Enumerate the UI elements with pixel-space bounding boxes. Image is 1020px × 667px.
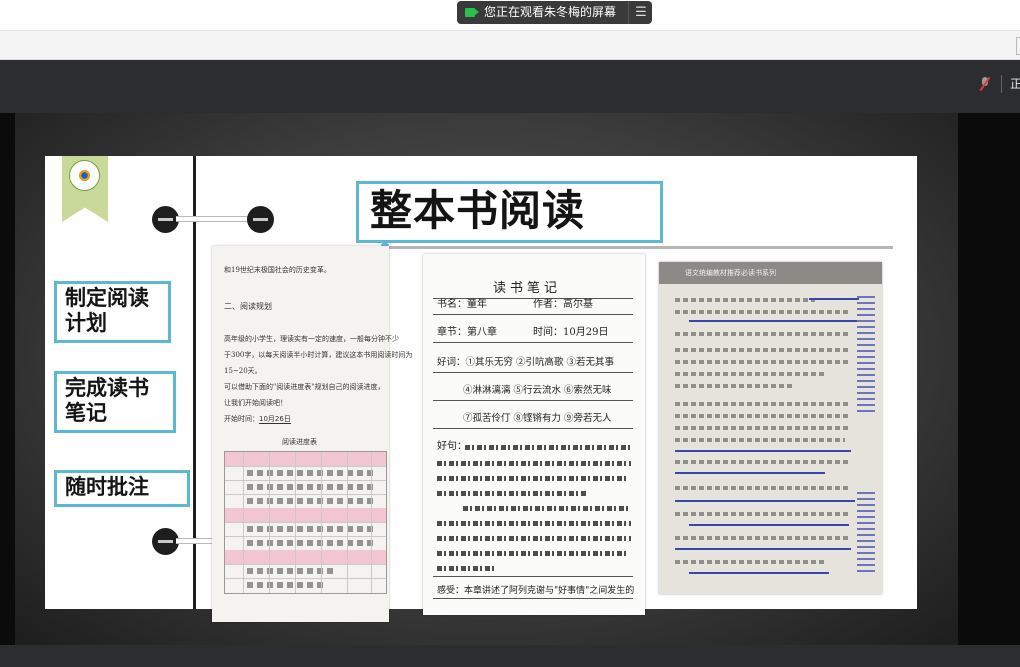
note-title: 读书笔记 <box>493 281 562 296</box>
plan-line: 让我们开始阅读吧！ <box>224 399 287 407</box>
handwriting <box>437 476 627 481</box>
plan-line: 15~20天。 <box>224 367 262 375</box>
table-row <box>225 522 386 536</box>
book-page-header: 语文统编教材推荐必读书系列 <box>659 262 882 284</box>
camera-icon <box>465 8 479 17</box>
bullet-dot-icon <box>152 528 179 555</box>
note-time: 时间：10月29日 <box>533 327 609 338</box>
top-bar: 您正在观看朱冬梅的屏幕 ☰ <box>0 0 1020 30</box>
start-time-label: 开始时间： <box>224 415 259 423</box>
meeting-toolbar <box>0 60 1020 113</box>
table-row <box>225 494 386 508</box>
table-row <box>225 564 386 578</box>
handwriting <box>437 461 631 466</box>
toolbar-divider <box>1001 75 1002 93</box>
list-menu-icon[interactable]: ☰ <box>628 1 653 24</box>
bullet-dot-icon <box>152 206 179 233</box>
address-bar <box>0 30 1020 60</box>
share-notice-text: 您正在观看朱冬梅的屏幕 <box>484 5 617 19</box>
table-row <box>225 480 386 494</box>
handwriting <box>437 551 627 556</box>
book-series-text: 语文统编教材推荐必读书系列 <box>685 269 776 277</box>
table-header-row <box>225 550 386 564</box>
slide-title: 整本书阅读 <box>356 181 663 243</box>
step-plan-label: 制定阅读 计划 <box>54 281 171 343</box>
note-words-row: ⑦孤苦伶仃 ⑧铿锵有力 ⑨旁若无人 <box>463 413 612 424</box>
bottom-bar <box>0 645 1020 667</box>
reading-note-photo: 读书笔记 书名：童年 作者：高尔基 章节：第八章 时间：10月29日 好词：①其… <box>423 254 645 615</box>
screen-share-notice[interactable]: 您正在观看朱冬梅的屏幕 ☰ <box>457 1 652 24</box>
mic-muted-icon[interactable] <box>979 76 991 92</box>
step-notes-label: 完成读书 笔记 <box>54 371 176 433</box>
plan-line: 可以借助下面的"阅读进度表"规划自己的阅读进度， <box>224 383 385 391</box>
table-row <box>225 578 386 592</box>
note-sentences-label: 好句： <box>437 441 467 452</box>
school-logo-icon <box>69 160 100 191</box>
meeting-status-text: 正 <box>1010 77 1020 91</box>
table-caption: 阅读进度表 <box>282 438 317 446</box>
note-feeling: 感受：本章讲述了阿列克谢与"好事情"之间发生的 <box>437 586 635 596</box>
handwriting <box>437 491 587 496</box>
connector-bar <box>176 216 248 222</box>
plan-line: 高年级的小学生，理读实有一定的速度，一般每分钟不少 <box>224 335 399 343</box>
reading-progress-table <box>224 451 387 594</box>
note-words-row: ④淋淋漓漓 ⑤行云流水 ⑥索然无味 <box>463 385 612 396</box>
note-words-row: 好词：①其乐无穷 ②引吭高歌 ③若无其事 <box>437 357 615 368</box>
note-book: 书名：童年 <box>437 299 487 310</box>
note-author: 作者：高尔基 <box>533 299 593 310</box>
plan-line: 和19世纪末极国社会的历史变革。 <box>224 266 331 274</box>
annotated-book-photo: 语文统编教材推荐必读书系列 <box>659 262 882 594</box>
connector-bar <box>176 538 212 544</box>
plan-start-time: 开始时间：10月26日 <box>224 414 291 424</box>
table-row <box>225 536 386 550</box>
title-underline <box>385 246 893 249</box>
handwriting <box>437 536 631 541</box>
table-header-row <box>225 452 386 466</box>
handwriting <box>437 521 631 526</box>
table-row <box>225 466 386 480</box>
table-header-row <box>225 508 386 522</box>
plan-line: 于300字，以每天阅读半小时计算，建议这本书用阅读时间为 <box>224 351 413 359</box>
margin-annotation <box>857 492 875 572</box>
step-annotate-label: 随时批注 <box>54 470 190 507</box>
plan-heading: 二、阅读规划 <box>224 302 272 311</box>
bullet-dot-icon <box>247 206 274 233</box>
start-time-value: 10月26日 <box>259 415 291 424</box>
handwriting <box>465 445 631 450</box>
panel-edge <box>1016 37 1020 55</box>
margin-annotation <box>857 292 875 412</box>
handwriting <box>463 506 631 511</box>
note-chapter: 章节：第八章 <box>437 327 497 338</box>
reading-plan-photo: 和19世纪末极国社会的历史变革。 二、阅读规划 高年级的小学生，理读实有一定的速… <box>212 246 412 622</box>
handwriting <box>437 566 497 571</box>
